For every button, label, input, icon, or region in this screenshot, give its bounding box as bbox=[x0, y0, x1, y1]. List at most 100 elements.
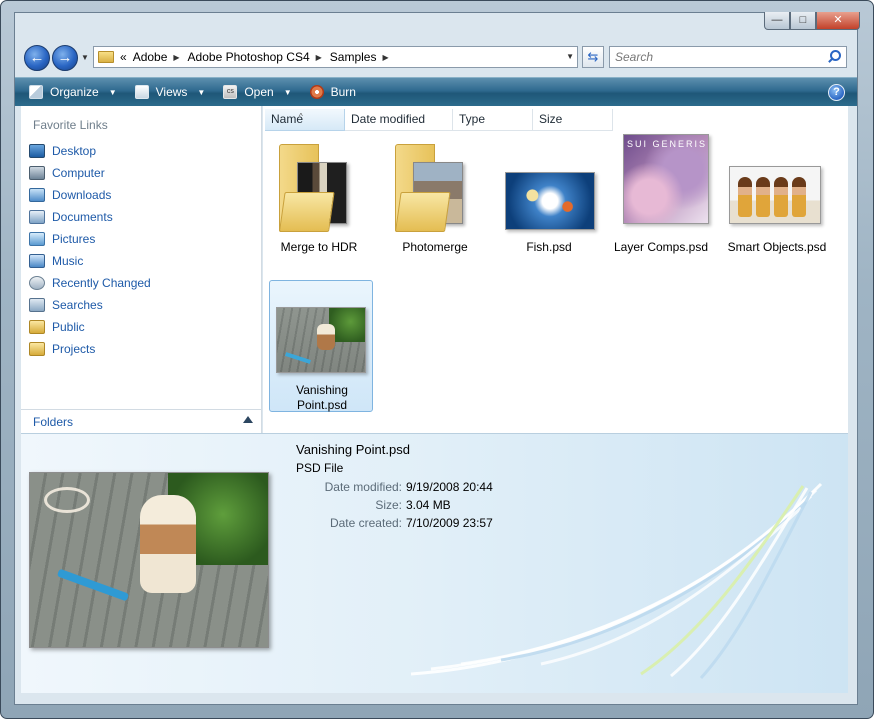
command-bar: Organize ▼ Views ▼ cs Open ▼ Burn ? bbox=[15, 77, 857, 106]
file-name: Merge to HDR bbox=[280, 240, 358, 254]
close-button[interactable]: ✕ bbox=[816, 12, 860, 30]
search-icon[interactable] bbox=[828, 49, 842, 63]
file-item-fish[interactable]: Fish.psd bbox=[497, 134, 601, 266]
chevron-down-icon[interactable]: ▼ bbox=[566, 52, 574, 61]
organize-button[interactable]: Organize ▼ bbox=[29, 85, 117, 99]
breadcrumb-samples[interactable]: Samples bbox=[330, 50, 377, 64]
details-row-date-created: Date created: 7/10/2009 23:57 bbox=[296, 516, 493, 534]
figure-shape bbox=[756, 177, 770, 217]
documents-icon bbox=[29, 210, 45, 224]
column-headers: ^ Name Date modified Type Size bbox=[265, 109, 613, 131]
nav-item-computer[interactable]: Computer bbox=[29, 162, 254, 184]
thumbnail-title-text: SUI GENERIS bbox=[626, 139, 707, 149]
nav-item-recently-changed[interactable]: Recently Changed bbox=[29, 272, 254, 294]
figure-shape bbox=[738, 177, 752, 217]
organize-icon bbox=[29, 85, 43, 99]
downloads-icon bbox=[29, 188, 45, 202]
breadcrumb-overflow[interactable]: « bbox=[120, 50, 127, 64]
chevron-down-icon: ▼ bbox=[283, 87, 292, 97]
open-label: Open bbox=[244, 85, 274, 99]
details-key: Date created: bbox=[329, 516, 402, 530]
file-item-smart-objects[interactable]: Smart Objects.psd bbox=[725, 134, 829, 266]
favorite-links-list: Desktop Computer Downloads Documents Pic… bbox=[29, 140, 254, 360]
file-item-photomerge[interactable]: Photomerge bbox=[383, 134, 487, 266]
rope-shape bbox=[44, 487, 90, 513]
caption-buttons: — □ ✕ bbox=[764, 12, 860, 32]
chevron-right-icon[interactable]: ▶ bbox=[173, 53, 179, 62]
file-name: Layer Comps.psd bbox=[613, 240, 709, 254]
nav-item-label: Public bbox=[52, 320, 85, 334]
details-value[interactable]: 9/19/2008 20:44 bbox=[406, 480, 493, 498]
pictures-icon bbox=[29, 232, 45, 246]
file-item-vanishing-point[interactable]: Vanishing Point.psd bbox=[269, 280, 373, 412]
details-file-type: PSD File bbox=[296, 461, 344, 475]
refresh-icon: ⇆ bbox=[587, 49, 599, 64]
nav-item-label: Pictures bbox=[52, 232, 96, 246]
views-label: Views bbox=[155, 85, 188, 99]
recent-pages-dropdown[interactable]: ▼ bbox=[81, 53, 89, 62]
nav-item-downloads[interactable]: Downloads bbox=[29, 184, 254, 206]
file-details: Vanishing Point.psd PSD File Date modifi… bbox=[296, 442, 493, 534]
nav-item-projects[interactable]: Projects bbox=[29, 338, 254, 360]
chevron-right-icon[interactable]: ▶ bbox=[382, 53, 388, 62]
nav-item-desktop[interactable]: Desktop bbox=[29, 140, 254, 162]
column-header-size[interactable]: Size bbox=[533, 109, 613, 131]
details-row-size: Size: 3.04 MB bbox=[296, 498, 493, 516]
open-button[interactable]: cs Open ▼ bbox=[223, 85, 292, 99]
nav-item-label: Recently Changed bbox=[52, 276, 151, 290]
folder-icon bbox=[29, 342, 45, 356]
nav-item-public[interactable]: Public bbox=[29, 316, 254, 338]
column-header-type[interactable]: Type bbox=[453, 109, 533, 131]
searches-icon bbox=[29, 298, 45, 312]
details-file-name: Vanishing Point.psd bbox=[296, 442, 410, 457]
open-icon: cs bbox=[223, 85, 238, 99]
nav-item-label: Downloads bbox=[52, 188, 112, 202]
file-name: Smart Objects.psd bbox=[727, 240, 827, 254]
navigation-pane: Favorite Links Desktop Computer Download… bbox=[21, 106, 262, 433]
folders-toggle[interactable]: Folders bbox=[21, 409, 261, 433]
folder-front bbox=[395, 192, 451, 232]
column-label: Type bbox=[459, 112, 486, 126]
nav-item-label: Searches bbox=[52, 298, 103, 312]
image-thumbnail bbox=[276, 307, 366, 373]
column-label: Date modified bbox=[351, 112, 426, 126]
broom-shape bbox=[56, 568, 130, 602]
burn-disc-icon bbox=[309, 85, 324, 99]
help-icon: ? bbox=[833, 86, 840, 98]
chevron-down-icon: ▼ bbox=[108, 87, 117, 97]
sort-ascending-icon: ^ bbox=[299, 112, 303, 121]
nav-item-searches[interactable]: Searches bbox=[29, 294, 254, 316]
nav-item-music[interactable]: Music bbox=[29, 250, 254, 272]
folder-icon bbox=[98, 51, 114, 63]
nav-item-label: Documents bbox=[52, 210, 113, 224]
image-thumbnail bbox=[505, 172, 595, 230]
column-header-name[interactable]: ^ Name bbox=[265, 109, 345, 131]
column-header-date-modified[interactable]: Date modified bbox=[345, 109, 453, 131]
nav-item-documents[interactable]: Documents bbox=[29, 206, 254, 228]
details-row-date-modified: Date modified: 9/19/2008 20:44 bbox=[296, 480, 493, 498]
minimize-button[interactable]: — bbox=[764, 12, 790, 30]
file-item-merge-to-hdr[interactable]: Merge to HDR bbox=[267, 134, 371, 266]
details-value[interactable]: 7/10/2009 23:57 bbox=[406, 516, 493, 534]
file-name: Fish.psd bbox=[526, 240, 572, 254]
dog-shape bbox=[317, 324, 335, 350]
forward-button[interactable]: → bbox=[52, 45, 78, 71]
details-pane: Vanishing Point.psd PSD File Date modifi… bbox=[21, 433, 848, 693]
views-button[interactable]: Views ▼ bbox=[134, 85, 205, 99]
image-thumbnail bbox=[729, 166, 821, 224]
chevron-right-icon[interactable]: ▶ bbox=[316, 53, 322, 62]
breadcrumb-photoshop[interactable]: Adobe Photoshop CS4 bbox=[188, 50, 310, 64]
nav-item-label: Computer bbox=[52, 166, 105, 180]
file-item-layer-comps[interactable]: SUI GENERIS Layer Comps.psd bbox=[609, 134, 713, 266]
maximize-button[interactable]: □ bbox=[790, 12, 816, 30]
help-button[interactable]: ? bbox=[828, 84, 845, 101]
refresh-button[interactable]: ⇆ bbox=[582, 46, 604, 68]
search-input[interactable]: Search bbox=[609, 46, 847, 68]
music-icon bbox=[29, 254, 45, 268]
address-bar[interactable]: « Adobe ▶ Adobe Photoshop CS4 ▶ Samples … bbox=[93, 46, 578, 68]
back-button[interactable]: ← bbox=[24, 45, 50, 71]
burn-button[interactable]: Burn bbox=[309, 85, 356, 99]
nav-item-pictures[interactable]: Pictures bbox=[29, 228, 254, 250]
breadcrumb-adobe[interactable]: Adobe bbox=[133, 50, 168, 64]
column-label: Size bbox=[539, 112, 563, 126]
